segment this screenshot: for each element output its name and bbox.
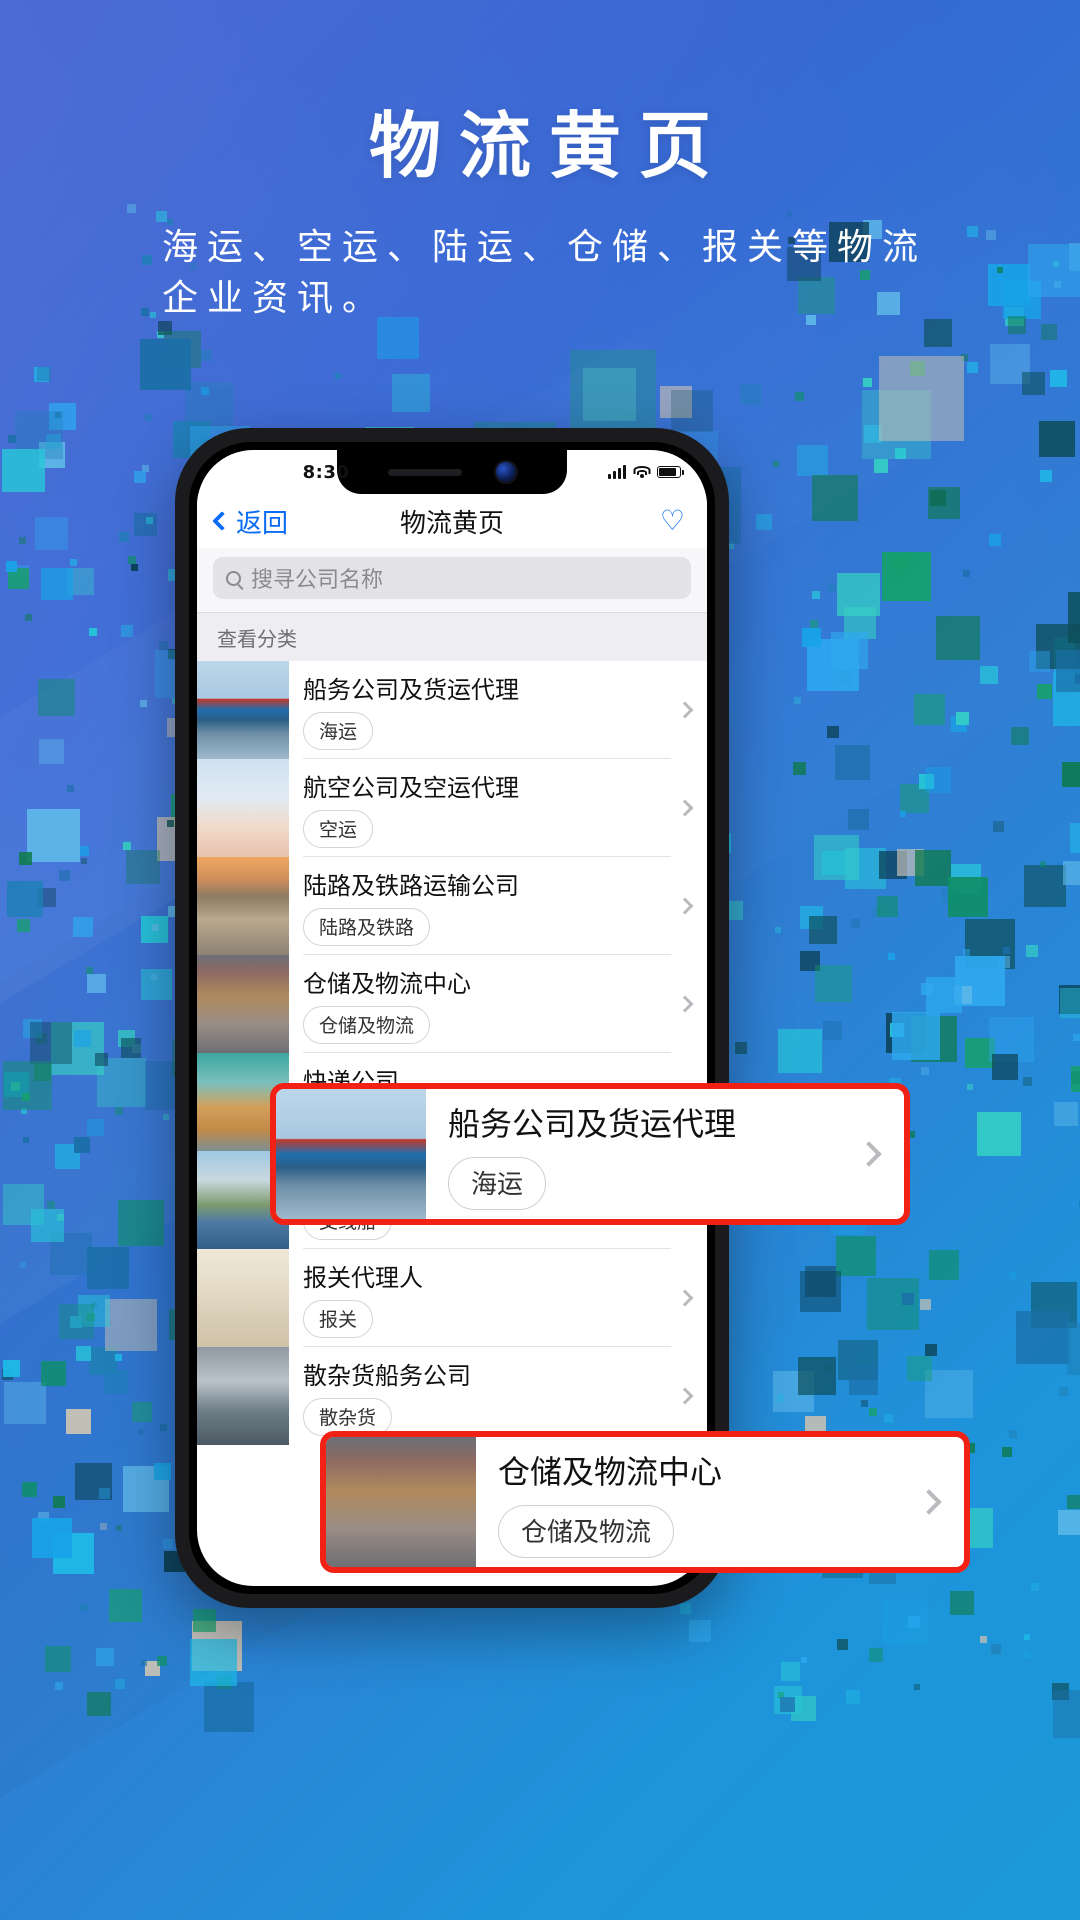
list-item-body: 船务公司及货运代理海运 xyxy=(303,661,671,759)
chevron-right-icon xyxy=(676,701,694,719)
warehouse-photo xyxy=(197,955,289,1053)
phone-screen: 8:30 返回 物流黄页 ♡ 搜寻公司名称 查看分类 船务公司及货运代理 海运 … xyxy=(197,450,707,1586)
list-item-tag: 陆路及铁路 xyxy=(303,907,431,946)
hero-section: 物流黄页 海运、空运、陆运、仓储、报关等物流企业资讯。 xyxy=(0,0,1080,324)
list-item-body: 支线船，中流作业及拖船服务支线船 xyxy=(303,1151,671,1249)
status-indicators xyxy=(608,465,684,479)
search-icon xyxy=(226,570,241,586)
railway-photo xyxy=(197,857,289,955)
chevron-right-icon xyxy=(676,1191,694,1209)
chevron-left-icon xyxy=(212,511,232,531)
page-title: 物流黄页 xyxy=(368,104,729,188)
list-item[interactable]: 散杂货船务公司散杂货 xyxy=(197,1347,707,1445)
status-time: 8:30 xyxy=(302,461,350,483)
back-button-label: 返回 xyxy=(236,508,289,539)
chevron-right-icon xyxy=(676,1289,694,1307)
battery-icon xyxy=(657,466,684,478)
cellular-signal-icon xyxy=(608,465,626,479)
list-item[interactable]: 快递公司 快递 xyxy=(197,1053,707,1151)
list-item-body: 快递公司 快递 xyxy=(303,1053,671,1151)
list-item-tag: 空运 xyxy=(303,809,374,848)
list-item[interactable]: 支线船，中流作业及拖船服务支线船 xyxy=(197,1151,707,1249)
list-item-tag: 支线船 xyxy=(303,1201,393,1240)
list-item-title: 船务公司及货运代理 xyxy=(303,675,519,704)
list-item-body: 散杂货船务公司散杂货 xyxy=(303,1347,671,1445)
phone-bezel: 8:30 返回 物流黄页 ♡ 搜寻公司名称 查看分类 船务公司及货运代理 海运 … xyxy=(189,442,715,1594)
status-bar: 8:30 xyxy=(197,450,707,494)
list-item-tag: 散杂货 xyxy=(303,1398,393,1436)
list-item-title: 报关代理人 xyxy=(303,1263,423,1292)
barge-photo xyxy=(197,1151,289,1249)
chevron-right-icon xyxy=(676,995,694,1013)
list-item-tag: 海运 xyxy=(303,711,374,750)
list-item-title: 快递公司 xyxy=(303,1067,399,1096)
category-list: 船务公司及货运代理海运航空公司及空运代理空运陆路及铁路运输公司陆路及铁路仓储及物… xyxy=(197,661,707,1445)
list-item-tag: 报关 xyxy=(303,1299,374,1338)
bulk-cargo-photo xyxy=(197,1347,289,1445)
section-header: 查看分类 xyxy=(197,612,707,661)
list-item-title: 陆路及铁路运输公司 xyxy=(303,871,519,900)
list-item[interactable]: 航空公司及空运代理空运 xyxy=(197,759,707,857)
heart-icon[interactable]: ♡ xyxy=(660,507,685,535)
courier-parcels-photo xyxy=(197,1053,289,1151)
list-item-tag: 快递 xyxy=(303,1103,374,1142)
list-item-body: 陆路及铁路运输公司陆路及铁路 xyxy=(303,857,671,955)
list-item-body: 报关代理人 报关 xyxy=(303,1249,671,1347)
list-item-title: 仓储及物流中心 xyxy=(303,969,471,998)
search-section: 搜寻公司名称 xyxy=(197,548,707,612)
list-item[interactable]: 报关代理人 报关 xyxy=(197,1249,707,1347)
list-item[interactable]: 船务公司及货运代理海运 xyxy=(197,661,707,759)
list-item[interactable]: 仓储及物流中心仓储及物流 xyxy=(197,955,707,1053)
list-item-title: 支线船，中流作业及拖船服务 xyxy=(303,1165,615,1194)
chevron-right-icon xyxy=(676,897,694,915)
list-item-body: 仓储及物流中心仓储及物流 xyxy=(303,955,671,1053)
search-placeholder: 搜寻公司名称 xyxy=(251,568,384,593)
chevron-right-icon xyxy=(676,799,694,817)
navigation-bar: 返回 物流黄页 ♡ xyxy=(197,494,707,548)
list-item-body: 航空公司及空运代理空运 xyxy=(303,759,671,857)
cargo-ship-photo xyxy=(197,661,289,759)
chevron-right-icon xyxy=(676,1093,694,1111)
list-item-tag: 仓储及物流 xyxy=(303,1005,431,1044)
list-item-title: 散杂货船务公司 xyxy=(303,1362,471,1390)
list-item-title: 航空公司及空运代理 xyxy=(303,773,519,802)
search-input[interactable]: 搜寻公司名称 xyxy=(213,557,691,599)
customs-declaration-photo xyxy=(197,1249,289,1347)
wifi-icon xyxy=(633,465,650,479)
list-item[interactable]: 陆路及铁路运输公司陆路及铁路 xyxy=(197,857,707,955)
phone-mockup: 8:30 返回 物流黄页 ♡ 搜寻公司名称 查看分类 船务公司及货运代理 海运 … xyxy=(175,428,970,1608)
back-button[interactable]: 返回 xyxy=(212,503,289,540)
airplane-photo xyxy=(197,759,289,857)
hero-subtitle: 海运、空运、陆运、仓储、报关等物流企业资讯。 xyxy=(162,227,928,320)
chevron-right-icon xyxy=(676,1387,694,1405)
